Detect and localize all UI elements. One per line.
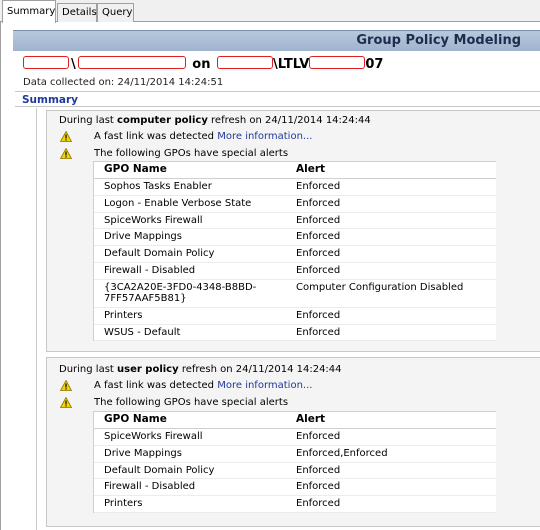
column-header-gpo-name: GPO Name [104,413,167,425]
gpo-name-cell: Firewall - Disabled [104,264,196,276]
alert-cell: Enforced [296,231,341,243]
user-gpo-alert-label: The following GPOs have special alerts [94,397,289,408]
gpo-name-cell: Firewall - Disabled [104,481,196,493]
gpo-name-cell: Sophos Tasks Enabler [104,181,212,192]
user-more-info-link[interactable]: More information... [217,380,312,391]
table-row: Printers Enforced [94,308,496,325]
tree-connector-line [36,108,37,530]
tab-bar: Summary Details Query [0,0,540,23]
computer-refresh-line: During last computer policy refresh on 2… [59,115,371,126]
computer-gpo-alert-label: The following GPOs have special alerts [94,148,289,159]
user-policy-label: user policy [117,364,179,375]
table-row: Firewall - Disabled Enforced [94,263,496,280]
alert-cell: Enforced [296,498,341,510]
alert-cell: Enforced [296,197,341,209]
table-row: Firewall - Disabled Enforced [94,479,496,497]
computer-more-info-link[interactable]: More information... [217,131,312,142]
alert-cell: Enforced,Enforced [296,447,388,459]
gpo-name-cell: Drive Mappings [104,231,182,243]
alert-cell: Enforced [296,464,341,476]
warning-icon [60,131,72,142]
alert-cell: Enforced [296,326,341,338]
gpo-name-cell: Default Domain Policy [104,248,215,260]
table-header-row: GPO Name Alert [94,412,496,429]
gpo-name-cell: Default Domain Policy [104,464,215,476]
alert-cell: Computer Configuration Disabled [296,281,464,293]
report-header: \ on \LTLV 07 [23,56,383,74]
tab-details[interactable]: Details [57,3,97,22]
alert-cell: Enforced [296,264,341,276]
gpo-name-cell: SpiceWorks Firewall [104,214,203,226]
report-title: Group Policy Modeling [356,33,521,48]
table-row: Drive Mappings Enforced [94,229,496,247]
header-on-word: on [192,57,211,72]
report-content[interactable]: Group Policy Modeling \ on \LTLV 07 Data … [0,22,540,530]
table-row: WSUS - Default Enforced [94,325,496,342]
table-row: {3CA2A20E-3FD0-4348-B8BD-7FF57AAF5B81} C… [94,280,496,308]
gpo-name-cell: Logon - Enable Verbose State [104,197,252,209]
table-row: Sophos Tasks Enabler Enforced [94,179,496,196]
redacted-machine-id [309,56,366,69]
gpo-name-cell: SpiceWorks Firewall [104,431,203,442]
warning-icon [60,148,72,159]
gpo-name-cell: WSUS - Default [104,326,181,338]
user-refresh-line: During last user policy refresh on 24/11… [59,364,342,375]
alert-cell: Enforced [296,431,341,442]
redacted-domain [23,56,69,69]
table-row: Logon - Enable Verbose State Enforced [94,196,496,213]
gpo-name-cell: Drive Mappings [104,447,182,459]
user-gpo-table: GPO Name Alert SpiceWorks Firewall Enfor… [93,411,496,513]
tab-summary[interactable]: Summary [2,0,56,23]
report-title-bar: Group Policy Modeling [13,30,540,51]
table-row: SpiceWorks Firewall Enforced [94,429,496,446]
data-collected-label: Data collected on: 24/11/2014 14:24:51 [23,77,224,88]
redacted-user [77,56,186,69]
table-row: Printers Enforced [94,496,496,513]
gpo-name-cell: Printers [104,498,143,510]
redacted-machine-domain [217,56,273,69]
alert-cell: Enforced [296,181,341,192]
warning-icon [60,397,72,408]
table-header-row: GPO Name Alert [94,162,496,179]
header-machine-suffix: 07 [365,57,384,72]
gpo-name-cell: {3CA2A20E-3FD0-4348-B8BD-7FF57AAF5B81} [104,281,257,305]
table-row: Drive Mappings Enforced,Enforced [94,446,496,463]
user-fast-link-alert: A fast link was detected More informatio… [94,380,313,391]
column-header-alert: Alert [296,163,326,175]
tab-query[interactable]: Query [97,3,134,22]
table-row: SpiceWorks Firewall Enforced [94,213,496,230]
computer-gpo-table: GPO Name Alert Sophos Tasks Enabler Enfo… [93,161,496,342]
computer-policy-label: computer policy [117,115,208,126]
column-header-alert: Alert [296,413,326,425]
gpo-name-cell: Printers [104,309,143,321]
header-machine-middle: \LTLV [273,57,310,72]
warning-icon [60,380,72,391]
table-row: Default Domain Policy Enforced [94,246,496,263]
summary-section-link[interactable]: Summary [15,91,540,107]
alert-cell: Enforced [296,481,341,493]
table-row: Default Domain Policy Enforced [94,463,496,480]
alert-cell: Enforced [296,214,341,226]
alert-cell: Enforced [296,248,341,260]
alert-cell: Enforced [296,309,341,321]
computer-fast-link-alert: A fast link was detected More informatio… [94,131,313,142]
column-header-gpo-name: GPO Name [104,163,167,175]
header-separator: \ [71,57,76,72]
